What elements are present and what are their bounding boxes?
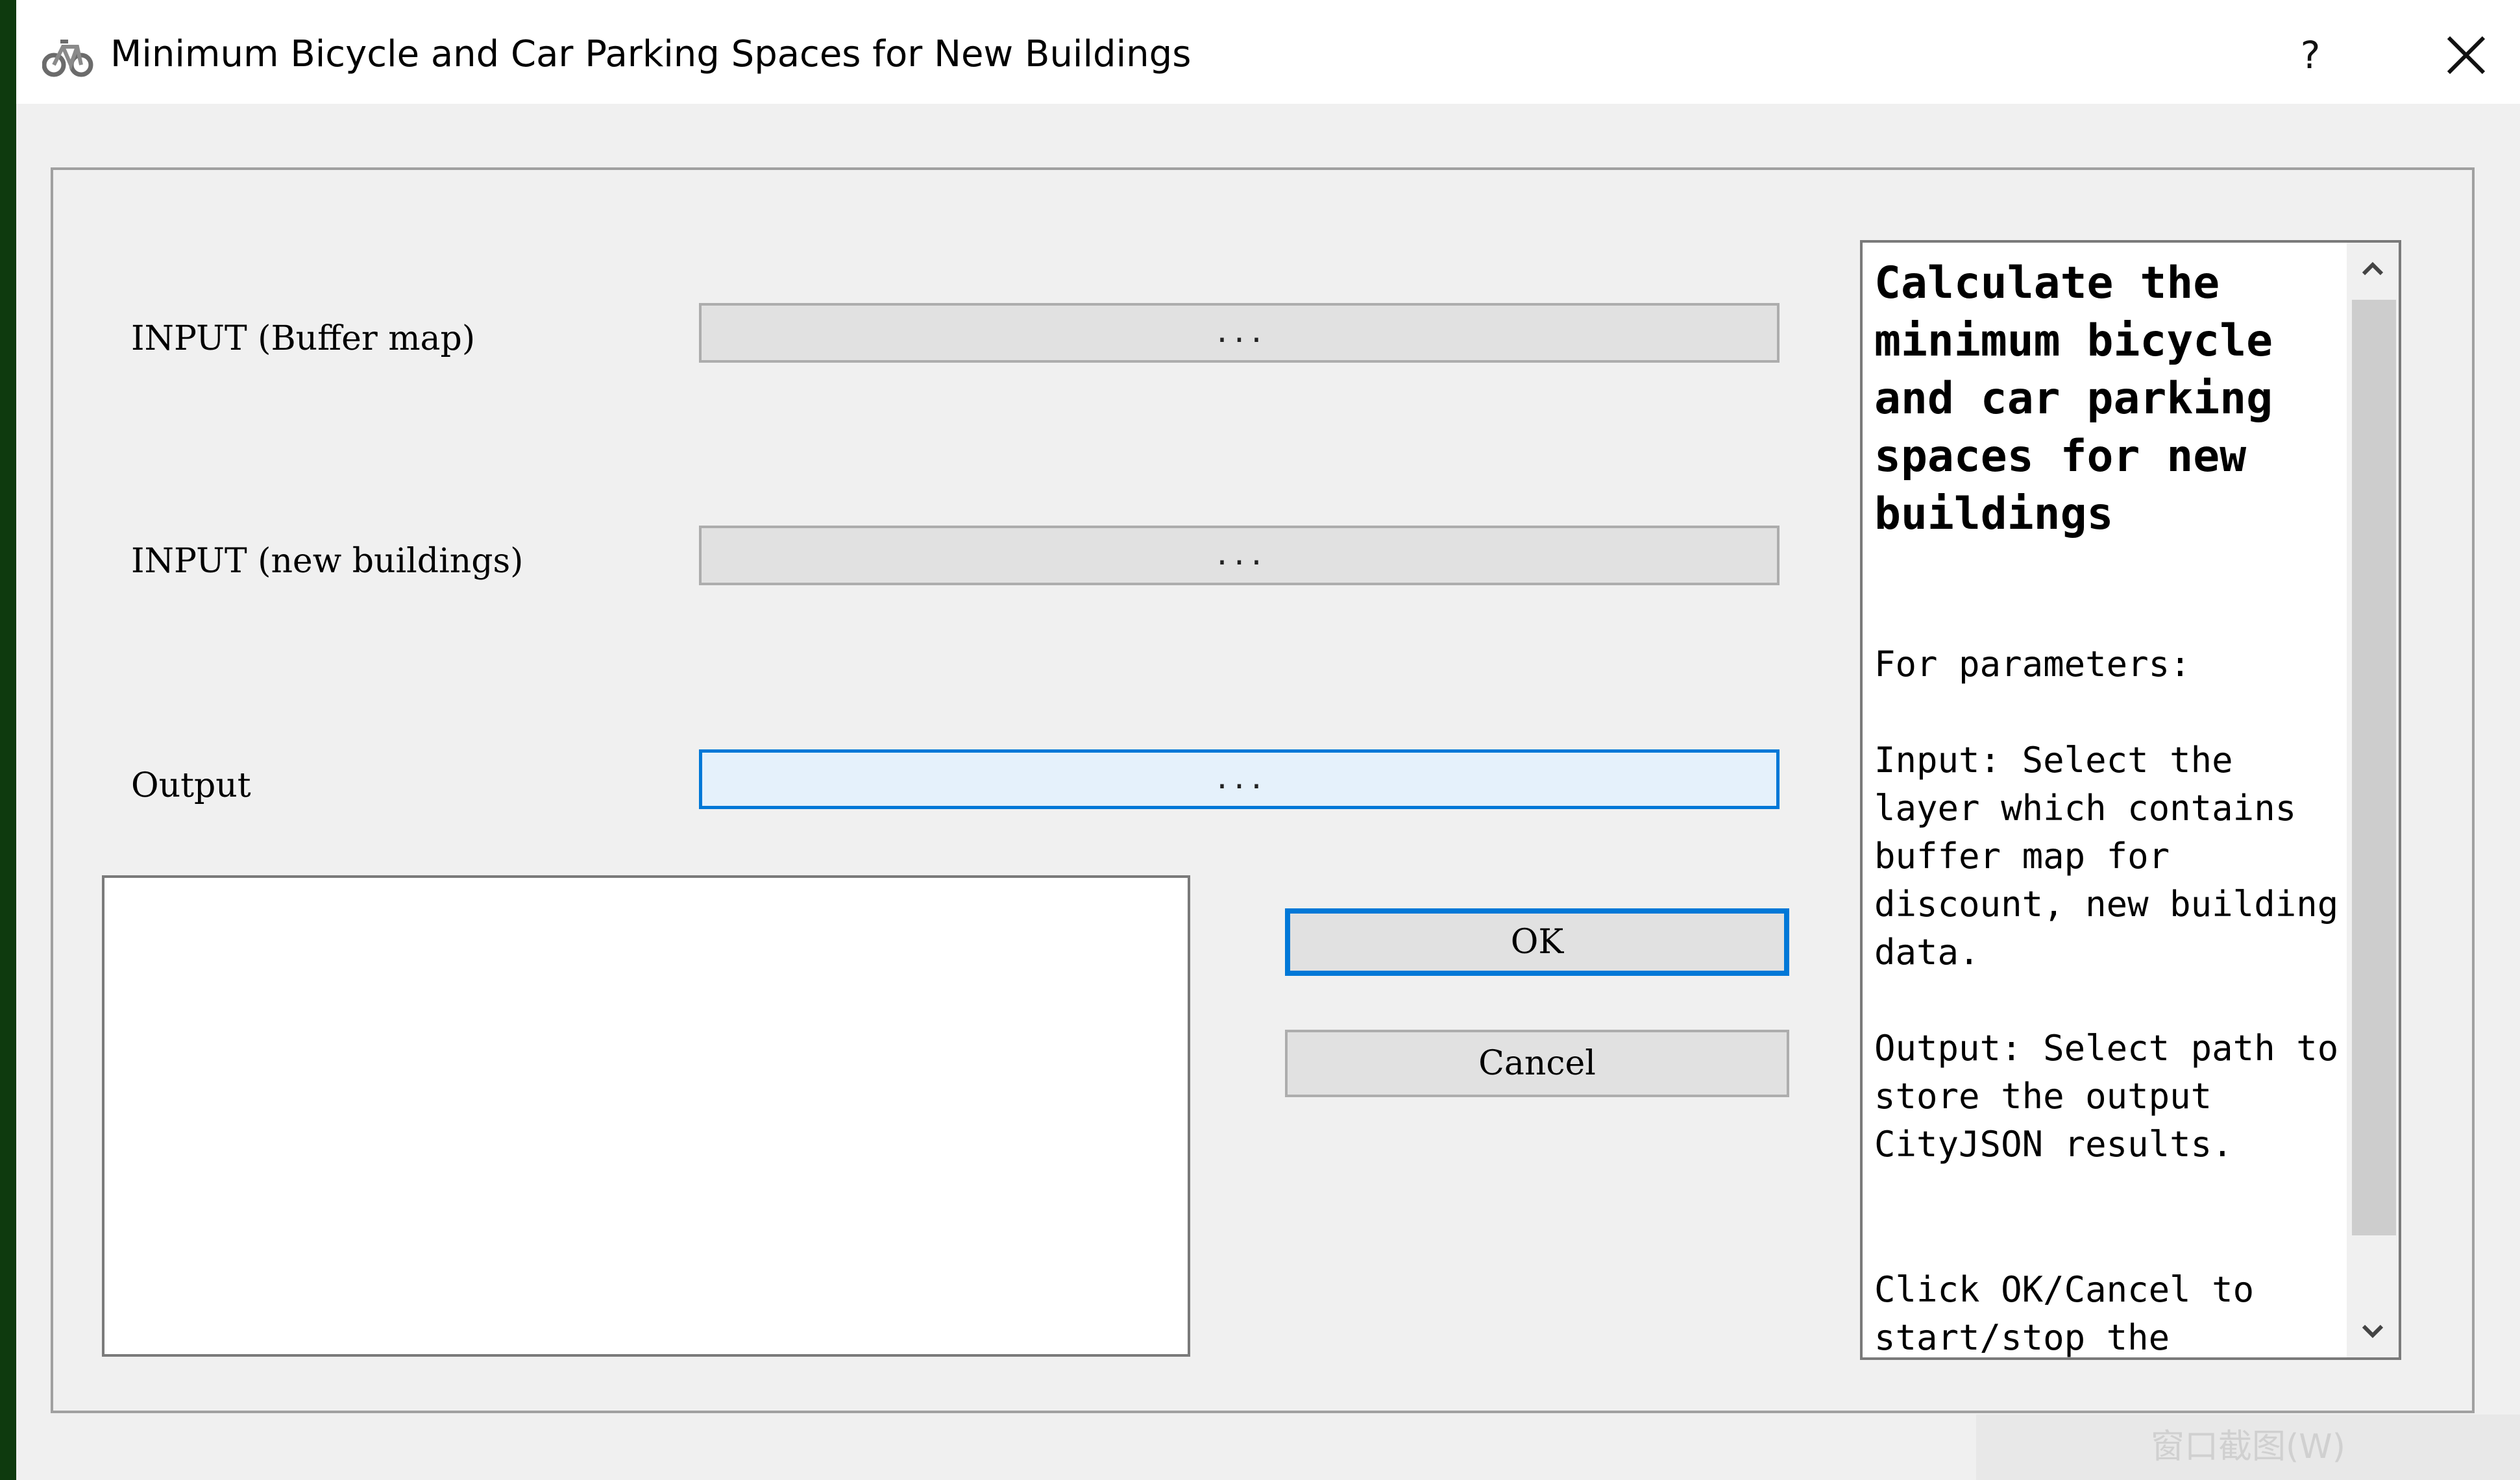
- output-label: Output: [131, 766, 251, 805]
- chevron-up-icon: [2362, 261, 2384, 276]
- bicycle-icon: [42, 40, 93, 77]
- scroll-up-button[interactable]: [2347, 243, 2399, 295]
- help-click-text: Click OK/Cancel to start/stop the: [1874, 1269, 2255, 1358]
- content-panel: INPUT (Buffer map) ... INPUT (new buildi…: [51, 167, 2475, 1413]
- help-heading: Calculate the minimum bicycle and car pa…: [1874, 258, 2273, 540]
- help-input-text: Input: Select the layer which contains b…: [1874, 740, 2339, 973]
- help-button[interactable]: ?: [2271, 19, 2349, 91]
- close-button[interactable]: [2417, 19, 2515, 91]
- buffer-map-label: INPUT (Buffer map): [131, 319, 476, 358]
- scroll-down-button[interactable]: [2347, 1305, 2399, 1357]
- chevron-down-icon: [2362, 1324, 2384, 1339]
- cancel-button[interactable]: Cancel: [1285, 1030, 1789, 1097]
- log-output-box[interactable]: [102, 875, 1190, 1357]
- buffer-map-browse-button[interactable]: ...: [699, 303, 1780, 363]
- title-bar: Minimum Bicycle and Car Parking Spaces f…: [16, 0, 2520, 104]
- help-params-title: For parameters:: [1874, 644, 2191, 685]
- help-content: Calculate the minimum bicycle and car pa…: [1874, 254, 2351, 1358]
- new-buildings-label: INPUT (new buildings): [131, 542, 524, 581]
- new-buildings-browse-button[interactable]: ...: [699, 526, 1780, 585]
- screenshot-overlay-label: 窗口截图(W): [1976, 1414, 2520, 1480]
- scroll-thumb[interactable]: [2352, 300, 2396, 1235]
- output-browse-button[interactable]: ...: [699, 749, 1780, 809]
- ok-button[interactable]: OK: [1285, 908, 1789, 976]
- close-icon: [2447, 36, 2486, 75]
- help-output-text: Output: Select path to store the output …: [1874, 1028, 2339, 1165]
- help-panel[interactable]: Calculate the minimum bicycle and car pa…: [1860, 240, 2401, 1360]
- window-title: Minimum Bicycle and Car Parking Spaces f…: [110, 33, 1192, 75]
- help-scrollbar[interactable]: [2347, 243, 2399, 1357]
- dialog-window: Minimum Bicycle and Car Parking Spaces f…: [16, 0, 2520, 1480]
